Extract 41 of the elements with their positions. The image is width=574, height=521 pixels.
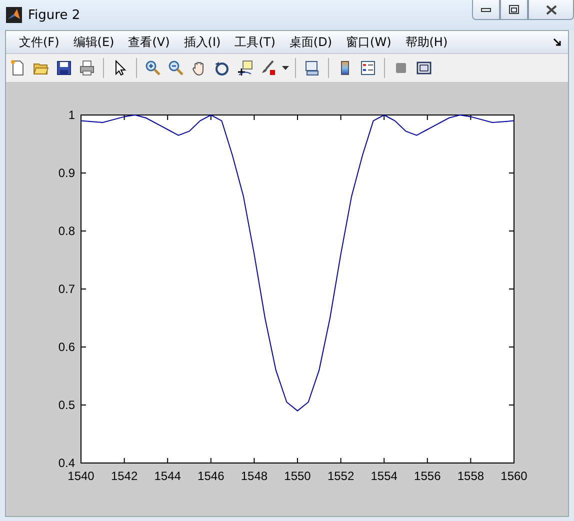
x-tick-label: 1544 [154, 469, 181, 483]
minimize-button[interactable] [472, 0, 500, 20]
x-tick-label: 1546 [198, 469, 224, 483]
data-cursor-icon[interactable] [235, 58, 255, 78]
menu-item[interactable]: 工具(T) [228, 34, 282, 50]
x-tick-label: 1560 [500, 469, 528, 483]
zoom-out-icon[interactable] [166, 58, 186, 78]
x-tick-label: 1540 [68, 469, 94, 483]
y-tick-label: 0.6 [58, 340, 75, 354]
legend-icon[interactable] [358, 58, 378, 78]
y-tick-label: 1 [68, 108, 75, 122]
print-icon[interactable] [77, 58, 97, 78]
x-tick-label: 1556 [414, 469, 441, 483]
restore-icon [509, 5, 519, 14]
y-tick-label: 0.4 [58, 456, 75, 470]
minimize-icon [481, 8, 491, 12]
menu-item[interactable]: 帮助(H) [398, 34, 455, 50]
menu-item[interactable]: 文件(F) [12, 34, 66, 50]
x-tick-label: 1542 [110, 469, 138, 483]
app-logo-icon [6, 7, 22, 23]
menu-item[interactable]: 窗口(W) [339, 34, 398, 50]
y-tick-label: 0.9 [58, 166, 75, 180]
maximize-button[interactable] [500, 0, 528, 20]
x-tick-label: 1548 [240, 469, 268, 483]
menu-item[interactable]: 桌面(D) [282, 34, 340, 50]
zoom-in-icon[interactable] [143, 58, 163, 78]
window-title: Figure 2 [28, 8, 82, 22]
x-tick-label: 1552 [327, 469, 354, 483]
close-button[interactable] [528, 0, 574, 20]
x-tick-label: 1558 [457, 469, 484, 483]
y-tick-label: 0.7 [58, 282, 75, 296]
x-tick-label: 1554 [370, 469, 398, 483]
y-tick-label: 0.5 [58, 398, 75, 412]
dock-arrow-icon[interactable] [553, 38, 562, 46]
menu-item[interactable]: 插入(I) [176, 34, 228, 50]
y-tick-label: 0.8 [58, 224, 75, 238]
save-icon[interactable] [54, 58, 74, 78]
x-tick-label: 1550 [284, 469, 311, 483]
menu-item[interactable]: 编辑(E) [66, 34, 122, 50]
menu-item[interactable]: 查看(V) [121, 34, 177, 50]
close-icon [546, 4, 556, 14]
